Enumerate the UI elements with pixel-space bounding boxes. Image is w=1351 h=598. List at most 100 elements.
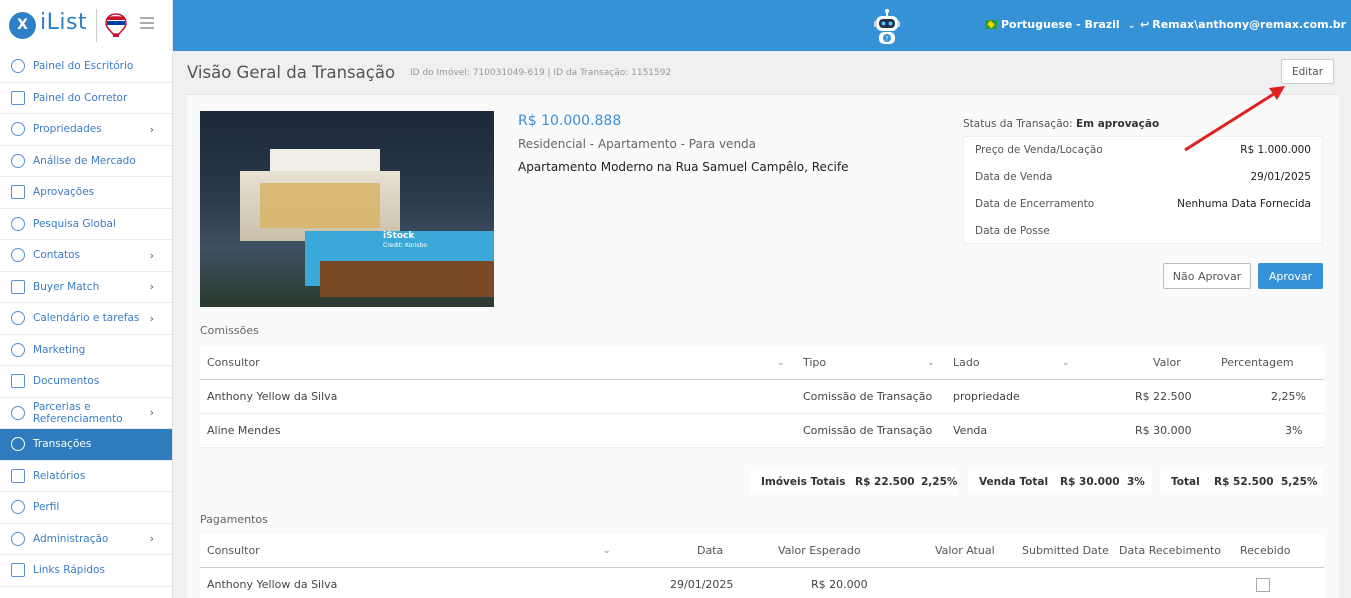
chevron-down-icon[interactable]: ⌄ — [1062, 346, 1070, 380]
sidebar-item[interactable]: Análise de Mercado — [0, 146, 172, 177]
received-checkbox[interactable] — [1256, 578, 1270, 592]
hamburger-menu-icon[interactable] — [140, 17, 154, 29]
cell-percentagem: 2,25% — [1271, 390, 1306, 403]
totals-pct: 3% — [1127, 476, 1145, 488]
col-consultor[interactable]: Consultor — [207, 534, 260, 568]
chevron-down-icon[interactable]: ⌄ — [777, 346, 785, 380]
totals-label: Imóveis Totais — [761, 476, 846, 488]
ilist-logo-icon[interactable]: X — [9, 12, 36, 39]
approve-button[interactable]: Aprovar — [1258, 263, 1323, 289]
info-value: Nenhuma Data Fornecida — [1177, 198, 1311, 210]
property-price: R$ 10.000.888 — [518, 113, 622, 129]
chevron-right-icon: › — [149, 122, 154, 136]
user-icon — [11, 500, 25, 515]
col-valor[interactable]: Valor — [1153, 346, 1181, 380]
sidebar-item[interactable]: Transações — [0, 429, 172, 461]
chevron-right-icon: › — [149, 248, 154, 262]
ilist-logo-text[interactable]: iList — [40, 10, 87, 35]
sidebar-item-label: Links Rápidos — [33, 564, 105, 577]
sidebar-item[interactable]: Painel do Escritório — [0, 51, 172, 83]
gauge-icon — [11, 90, 25, 105]
cell-percentagem: 3% — [1285, 424, 1303, 437]
sidebar-item[interactable]: Parcerias e Referenciamento › — [0, 398, 172, 429]
table-row[interactable]: Aline Mendes Comissão de Transação Venda… — [200, 414, 1324, 448]
col-submitted-date[interactable]: Submitted Date — [1022, 534, 1109, 568]
col-recebido[interactable]: Recebido — [1240, 534, 1290, 568]
property-photo[interactable]: iStock Credit: Korisbo — [200, 111, 494, 307]
col-percentagem[interactable]: Percentagem — [1221, 346, 1294, 380]
property-address: Apartamento Moderno na Rua Samuel Campêl… — [518, 160, 849, 174]
totals-value: R$ 30.000 — [1060, 476, 1120, 488]
sidebar-item-label: Painel do Escritório — [33, 60, 134, 73]
sidebar-item-label: Análise de Mercado — [33, 154, 136, 167]
chevron-right-icon: › — [149, 280, 154, 294]
chevron-down-icon: ⌄ — [1127, 21, 1136, 31]
info-label: Data de Posse — [975, 225, 1050, 237]
totals-properties: Imóveis Totais R$ 22.500 2,25% — [751, 469, 957, 495]
sidebar-item[interactable]: Documentos — [0, 366, 172, 398]
info-label: Data de Venda — [975, 171, 1053, 183]
totals-sale: Venda Total R$ 30.000 3% — [968, 469, 1152, 495]
report-icon — [11, 468, 25, 483]
sidebar-item[interactable]: Aprovações — [0, 177, 172, 209]
photo-watermark: iStock — [383, 231, 415, 241]
cell-tipo: Comissão de Transação — [803, 390, 933, 403]
totals-label: Total — [1171, 476, 1200, 488]
cell-lado: Venda — [953, 424, 988, 437]
col-consultor[interactable]: Consultor — [207, 346, 260, 380]
totals-pct: 5,25% — [1281, 476, 1318, 488]
sidebar-item-label: Propriedades — [33, 123, 102, 136]
sidebar-item[interactable]: Buyer Match › — [0, 272, 172, 303]
col-valor-atual[interactable]: Valor Atual — [935, 534, 995, 568]
info-label: Preço de Venda/Locação — [975, 144, 1103, 156]
photo-wood-base — [320, 261, 494, 297]
reject-button[interactable]: Não Aprovar — [1163, 263, 1251, 289]
sidebar-item[interactable]: Marketing — [0, 335, 172, 366]
totals-label: Venda Total — [979, 476, 1049, 488]
chevron-down-icon[interactable]: ⌄ — [603, 534, 611, 568]
sidebar-item[interactable]: Relatórios — [0, 461, 172, 492]
bar-chart-icon — [11, 153, 25, 168]
totals-overall: Total R$ 52.500 5,25% — [1160, 469, 1323, 495]
info-label: Data de Encerramento — [975, 198, 1095, 210]
user-menu[interactable]: ↩ Remax\anthony@remax.com.br — [1140, 18, 1346, 31]
sidebar-item-label: Marketing — [33, 343, 86, 356]
totals-value: R$ 52.500 — [1214, 476, 1274, 488]
col-data[interactable]: Data — [697, 534, 723, 568]
sidebar-item-label: Documentos — [33, 375, 100, 388]
robot-assistant-icon[interactable]: ? — [871, 8, 903, 46]
hand-icon — [11, 279, 25, 294]
sidebar-item[interactable]: Perfil — [0, 492, 172, 524]
sidebar-item[interactable]: Propriedades › — [0, 114, 172, 146]
sidebar-item-label: Buyer Match — [33, 280, 100, 293]
links-icon — [11, 563, 25, 578]
sidebar-item[interactable]: Painel do Corretor — [0, 83, 172, 114]
search-icon — [11, 216, 25, 231]
sidebar-item[interactable]: Contatos › — [0, 240, 172, 272]
top-bar: X iList ? Portuguese - Brazil ⌄ ↩ Remax\an… — [0, 0, 1351, 51]
sidebar: Painel do Escritório Painel do Corretor Pr… — [0, 51, 173, 598]
table-row[interactable]: Anthony Yellow da Silva Comissão de Tran… — [200, 380, 1324, 414]
sidebar-item[interactable]: Administração › — [0, 524, 172, 555]
property-type: Residencial - Apartamento - Para venda — [518, 137, 757, 151]
sidebar-item-label: Aprovações — [33, 186, 95, 199]
sidebar-item[interactable]: Calendário e tarefas › — [0, 303, 172, 335]
col-tipo[interactable]: Tipo — [803, 346, 826, 380]
cell-consultor: Anthony Yellow da Silva — [207, 578, 338, 591]
col-lado[interactable]: Lado — [953, 346, 980, 380]
chevron-down-icon[interactable]: ⌄ — [927, 346, 935, 380]
cell-lado: propriedade — [953, 390, 1020, 403]
language-selector[interactable]: Portuguese - Brazil ⌄ — [985, 18, 1135, 31]
sidebar-item-label: Contatos — [33, 249, 80, 262]
newspaper-icon — [11, 342, 25, 357]
logo-area: X iList — [0, 0, 173, 51]
calendar-icon — [11, 311, 25, 326]
sidebar-item[interactable]: Links Rápidos — [0, 555, 172, 587]
col-valor-esperado[interactable]: Valor Esperado — [778, 534, 861, 568]
payments-label: Pagamentos — [200, 513, 268, 526]
sidebar-item-label: Perfil — [33, 501, 60, 514]
sidebar-item[interactable]: Pesquisa Global — [0, 209, 172, 240]
col-data-recebimento[interactable]: Data Recebimento — [1119, 534, 1221, 568]
table-row[interactable]: Anthony Yellow da Silva 29/01/2025 R$ 20… — [200, 568, 1324, 598]
main-content: Visão Geral da Transação ID do Imóvel: 7… — [174, 51, 1351, 598]
